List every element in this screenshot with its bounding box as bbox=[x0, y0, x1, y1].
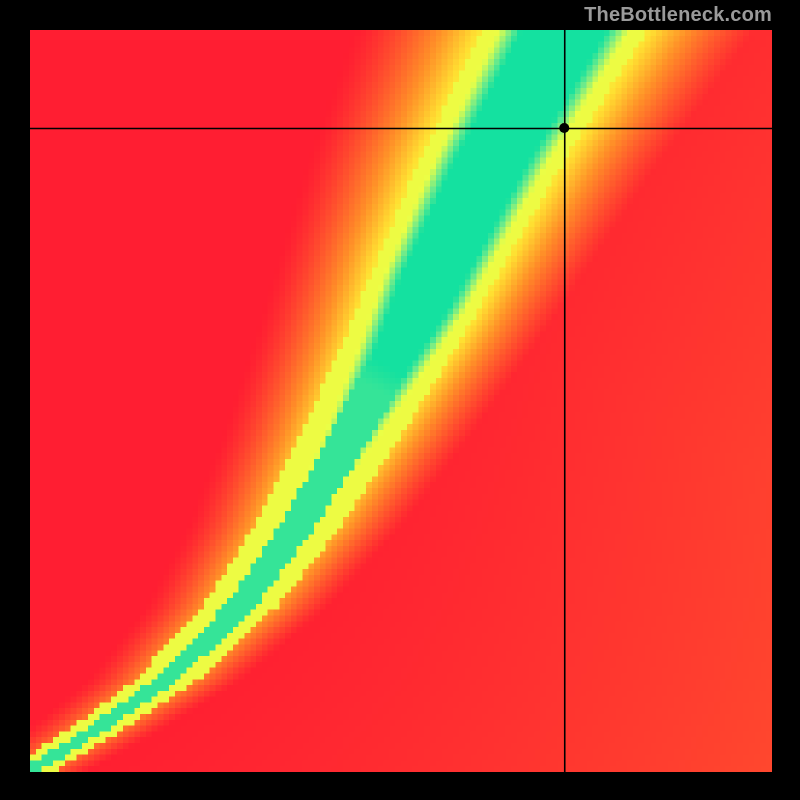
overlay-canvas bbox=[30, 30, 772, 772]
chart-container: TheBottleneck.com bbox=[0, 0, 800, 800]
watermark: TheBottleneck.com bbox=[584, 4, 772, 27]
